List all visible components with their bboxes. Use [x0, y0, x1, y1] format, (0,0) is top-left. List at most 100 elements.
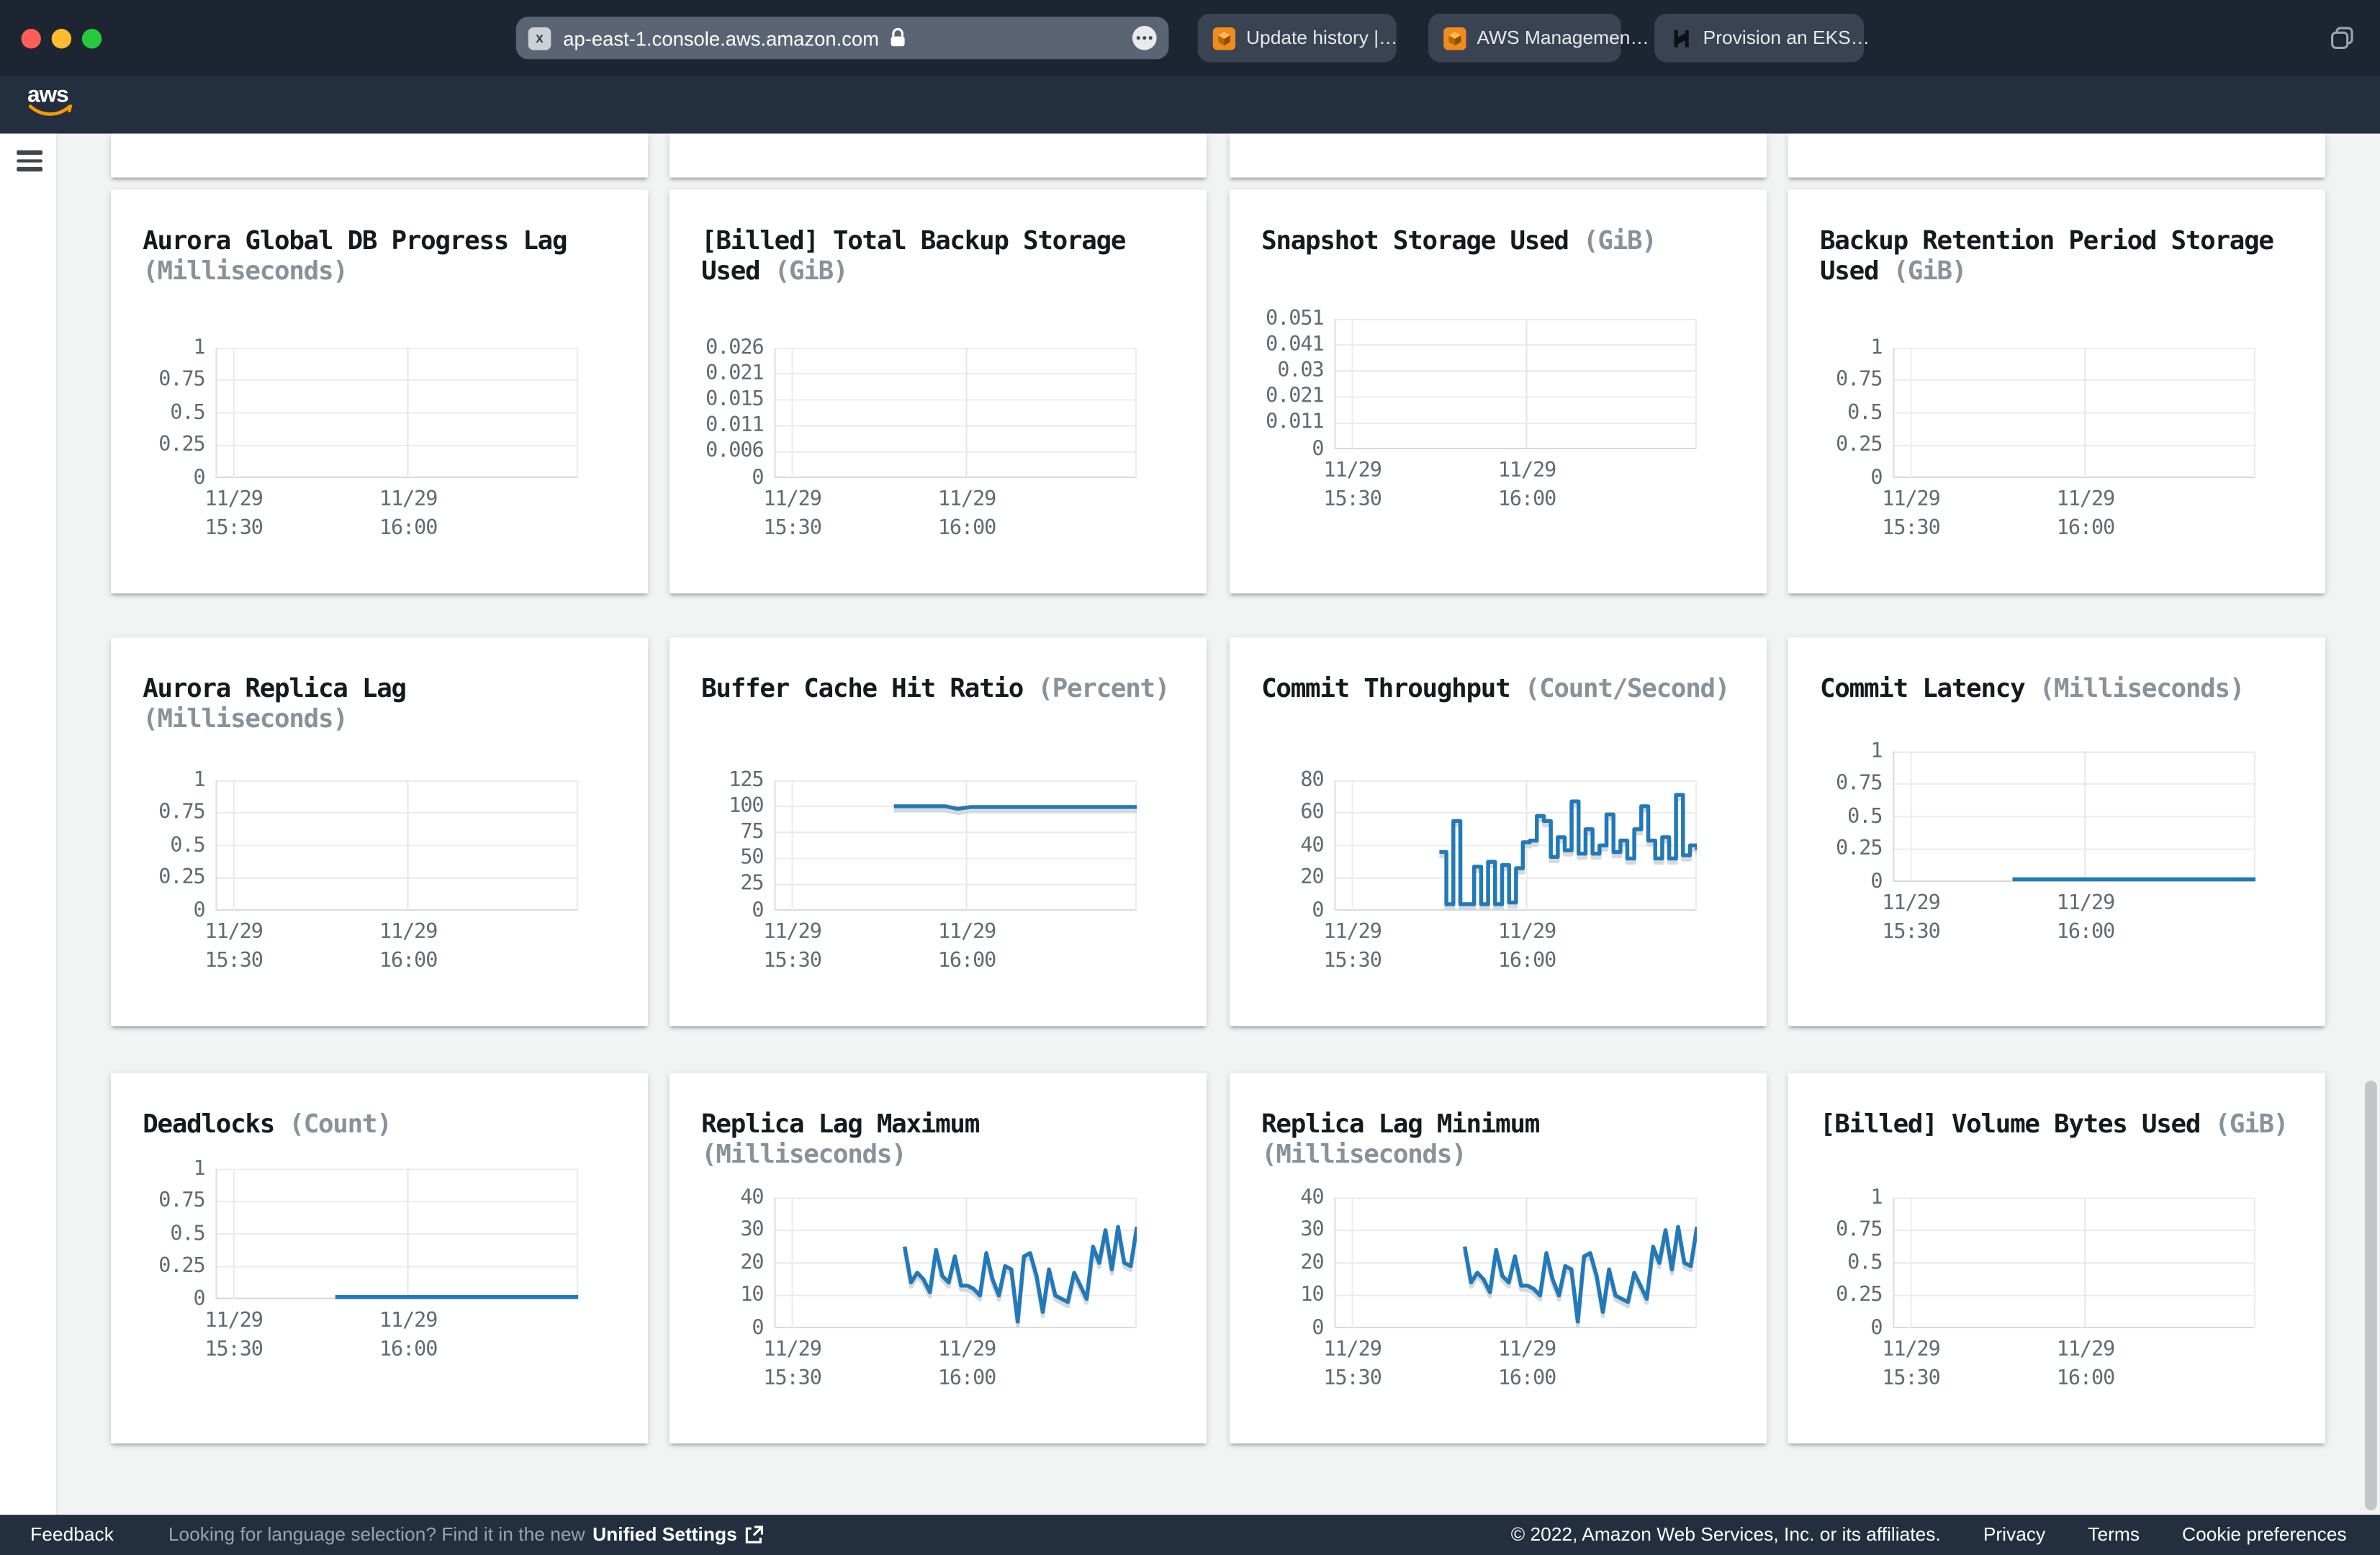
chart-title: Aurora Global DB Progress Lag (Milliseco…: [143, 226, 616, 287]
y-axis-tick: 0.021: [1230, 386, 1324, 409]
chart-plot: [1334, 319, 1697, 449]
x-axis-tick: 16:00: [1479, 1368, 1576, 1391]
vertical-scrollbar[interactable]: [2365, 1081, 2376, 1510]
y-axis-tick: 0: [1788, 466, 1883, 490]
x-axis-tick: 11/29: [1304, 921, 1401, 945]
aws-logo[interactable]: aws: [27, 82, 73, 119]
window-close-button[interactable]: [22, 28, 41, 48]
x-axis-tick: 11/29: [1862, 489, 1960, 512]
chart-plot: [774, 1198, 1137, 1328]
x-axis-tick: 15:30: [744, 950, 841, 973]
y-axis-tick: 25: [670, 873, 764, 896]
metric-card-snapshot-storage-used[interactable]: Snapshot Storage Used (GiB)0.0510.0410.0…: [1230, 190, 1767, 594]
chart-title: [Billed] Volume Bytes Used (GiB): [1820, 1109, 2294, 1140]
metric-card-billed-volume-bytes-used[interactable]: [Billed] Volume Bytes Used (GiB)10.750.5…: [1788, 1073, 2325, 1443]
y-axis-tick: 80: [1230, 769, 1324, 792]
y-axis-tick: 125: [670, 769, 764, 792]
chart-title: Snapshot Storage Used (GiB): [1261, 226, 1735, 256]
metric-card-aurora-global-db-progress-lag[interactable]: Aurora Global DB Progress Lag (Milliseco…: [111, 190, 648, 594]
y-axis-tick: 0.75: [111, 1190, 205, 1213]
x-axis-tick: 15:30: [1304, 950, 1401, 973]
window-minimize-button[interactable]: [52, 28, 71, 48]
chart-title: Buffer Cache Hit Ratio (Percent): [701, 674, 1175, 704]
metric-card-backup-retention-period-storage-used[interactable]: Backup Retention Period Storage Used (Gi…: [1788, 190, 2325, 594]
y-axis-tick: 0.011: [670, 415, 764, 438]
metric-card-replica-lag-maximum[interactable]: Replica Lag Maximum (Milliseconds)403020…: [670, 1073, 1207, 1443]
metric-card-cutoff[interactable]: [111, 134, 648, 178]
unified-settings-link[interactable]: Unified Settings: [592, 1524, 762, 1546]
x-axis-tick: 15:30: [185, 518, 282, 541]
chart-unit: (GiB): [775, 256, 848, 287]
metric-card-replica-lag-minimum[interactable]: Replica Lag Minimum (Milliseconds)403020…: [1230, 1073, 1767, 1443]
browser-tab-provision-eks[interactable]: Provision an EKS…: [1654, 14, 1864, 62]
x-axis-tick: 16:00: [1479, 950, 1576, 973]
y-axis-tick: 1: [1788, 336, 1883, 359]
metric-card-cutoff[interactable]: [1788, 134, 2325, 178]
x-axis-tick: 11/29: [2037, 489, 2134, 512]
x-axis-tick: 11/29: [360, 921, 457, 945]
chart-plot: [1893, 752, 2255, 882]
collapsed-sidebar: [0, 134, 58, 1515]
browser-tab-aws-management[interactable]: AWS Managemen…: [1428, 14, 1621, 62]
y-axis-tick: 0.75: [1788, 1219, 1883, 1242]
terms-link[interactable]: Terms: [2088, 1524, 2140, 1546]
x-axis-tick: 15:30: [1862, 1368, 1960, 1391]
y-axis-tick: 0.041: [1230, 333, 1324, 356]
chart-plot-area: [1893, 1198, 2255, 1328]
aws-navbar: aws Services [Option+S]: [0, 76, 2380, 133]
metric-card-aurora-replica-lag[interactable]: Aurora Replica Lag (Milliseconds)10.750.…: [111, 638, 648, 1027]
x-axis-tick: 16:00: [919, 518, 1016, 541]
chart-unit: (Milliseconds): [701, 1140, 906, 1170]
x-axis-tick: 16:00: [2037, 1368, 2134, 1391]
chart-unit: (Milliseconds): [1261, 1140, 1466, 1170]
chart-unit: (Milliseconds): [143, 256, 347, 287]
address-bar[interactable]: x ap-east-1.console.aws.amazon.com: [516, 17, 1169, 59]
chart-unit: (GiB): [2215, 1109, 2289, 1140]
y-axis-tick: 0: [111, 1288, 205, 1311]
metric-card-deadlocks[interactable]: Deadlocks (Count)10.750.50.25011/2915:30…: [111, 1073, 648, 1443]
more-options-button[interactable]: [1132, 26, 1157, 50]
y-axis-tick: 0.5: [111, 834, 205, 857]
copyright-text: © 2022, Amazon Web Services, Inc. or its…: [1511, 1524, 1941, 1546]
hamburger-menu-icon[interactable]: [17, 150, 42, 172]
x-axis-tick: 11/29: [1304, 1339, 1401, 1362]
feedback-link[interactable]: Feedback: [30, 1524, 114, 1546]
chart-title: Replica Lag Maximum (Milliseconds): [701, 1109, 1175, 1170]
y-axis-tick: 0.25: [111, 1256, 205, 1279]
y-axis-tick: 30: [670, 1219, 764, 1242]
privacy-link[interactable]: Privacy: [1983, 1524, 2045, 1546]
browser-tab-update-history[interactable]: Update history |…: [1198, 14, 1397, 62]
y-axis-tick: 30: [1230, 1219, 1324, 1242]
cookie-preferences-link[interactable]: Cookie preferences: [2182, 1524, 2347, 1546]
x-axis-tick: 16:00: [919, 950, 1016, 973]
chart-plot: [1893, 348, 2255, 478]
y-axis-tick: 40: [670, 1186, 764, 1209]
x-axis-tick: 11/29: [185, 921, 282, 945]
metric-card-commit-latency[interactable]: Commit Latency (Milliseconds)10.750.50.2…: [1788, 638, 2325, 1027]
x-axis-tick: 15:30: [744, 1368, 841, 1391]
x-axis-tick: 11/29: [1304, 460, 1401, 483]
metric-card-cutoff[interactable]: [670, 134, 1207, 178]
window-zoom-button[interactable]: [82, 28, 102, 48]
tab-label: AWS Managemen…: [1477, 27, 1649, 49]
metric-card-cutoff[interactable]: [1230, 134, 1767, 178]
metric-card-commit-throughput[interactable]: Commit Throughput (Count/Second)80604020…: [1230, 638, 1767, 1027]
y-axis-tick: 0.006: [670, 441, 764, 464]
tab-overview-icon[interactable]: [2328, 24, 2356, 52]
y-axis-tick: 0: [1788, 1317, 1883, 1340]
y-axis-tick: 0.021: [670, 362, 764, 385]
y-axis-tick: 0.5: [1788, 402, 1883, 425]
y-axis-tick: 0.75: [1788, 772, 1883, 795]
chart-plot: [774, 348, 1137, 478]
x-axis-tick: 16:00: [360, 950, 457, 973]
x-axis-tick: 16:00: [919, 1368, 1016, 1391]
x-axis-tick: 15:30: [185, 950, 282, 973]
metric-line-shadow: [894, 811, 1137, 813]
external-link-icon: [743, 1525, 762, 1544]
chart-plot-area: [215, 1168, 578, 1299]
metric-card-billed-total-backup-storage-used[interactable]: [Billed] Total Backup Storage Used (GiB)…: [670, 190, 1207, 594]
chart-plot-area: [1334, 780, 1697, 911]
tab-label: Update history |…: [1246, 27, 1397, 49]
metric-card-buffer-cache-hit-ratio[interactable]: Buffer Cache Hit Ratio (Percent)12510075…: [670, 638, 1207, 1027]
x-axis-tick: 16:00: [360, 1339, 457, 1362]
